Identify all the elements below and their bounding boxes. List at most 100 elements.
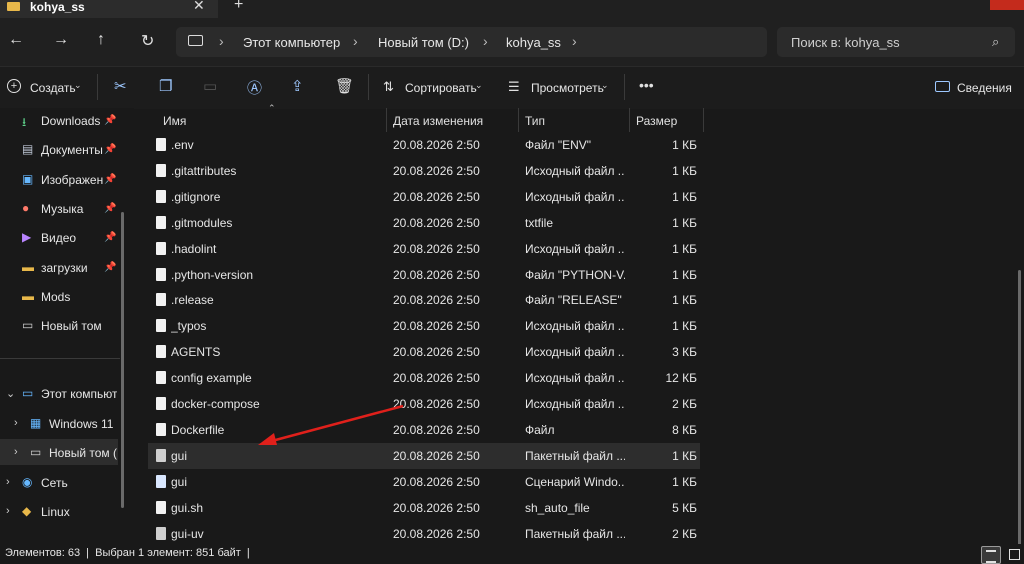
forward-arrow-icon[interactable]: →: [53, 31, 69, 49]
tree-item-3[interactable]: › ◉ Сеть: [0, 469, 120, 495]
rename-icon[interactable]: Ⓐ: [247, 77, 262, 98]
file-icon: [156, 371, 166, 385]
details-pane-icon: [935, 81, 950, 92]
column-divider[interactable]: [629, 108, 630, 132]
up-arrow-icon[interactable]: ↑: [97, 31, 105, 49]
file-type: Пакетный файл ...: [525, 526, 625, 541]
monitor-icon: [188, 35, 203, 46]
column-header-name[interactable]: Имя: [163, 114, 186, 128]
file-row[interactable]: _typos 20.08.2026 2:50 Исходный файл ... 1 …: [148, 313, 700, 339]
file-list-scrollbar[interactable]: [1018, 270, 1021, 550]
chevron-right-icon[interactable]: ›: [14, 417, 18, 429]
file-row[interactable]: .gitattributes 20.08.2026 2:50 Исходный фа…: [148, 158, 700, 184]
sidebar-item-label: Видео: [41, 231, 77, 246]
file-size: 1 КБ: [672, 293, 697, 308]
folder-icon: ▬: [22, 259, 34, 274]
details-button[interactable]: Сведения: [957, 81, 1012, 95]
breadcrumb-drive-d[interactable]: Новый том (D:): [378, 35, 469, 50]
chevron-right-icon[interactable]: ›: [14, 446, 18, 458]
sidebar-item-6[interactable]: ▬ Mods: [0, 285, 120, 311]
file-row[interactable]: gui.sh 20.08.2026 2:50 sh_auto_file 5 КБ: [148, 495, 700, 521]
sort-icon: ⇅: [383, 79, 394, 94]
file-date: 20.08.2026 2:50: [393, 500, 480, 515]
column-divider[interactable]: [386, 108, 387, 132]
file-row[interactable]: .hadolint 20.08.2026 2:50 Исходный файл ..…: [148, 236, 700, 262]
new-tab-button[interactable]: +: [234, 0, 243, 14]
thumbnails-view-icon: [1009, 549, 1020, 560]
breadcrumb-separator-icon[interactable]: ›: [572, 33, 577, 49]
view-button[interactable]: Просмотреть: [531, 81, 604, 95]
annotation-arrowhead: [258, 433, 277, 445]
file-row[interactable]: .release 20.08.2026 2:50 Файл "RELEASE" 1 К…: [148, 287, 700, 313]
paste-icon[interactable]: ▭: [203, 77, 217, 95]
copy-icon[interactable]: ❐: [159, 77, 172, 95]
sidebar-item-label: Downloads: [41, 114, 101, 128]
file-row[interactable]: gui 20.08.2026 2:50 Пакетный файл ... 1 КБ: [148, 442, 700, 469]
file-row[interactable]: config example 20.08.2026 2:50 Исходный фа…: [148, 365, 700, 391]
file-row[interactable]: Dockerfile 20.08.2026 2:50 Файл 8 КБ: [148, 417, 700, 443]
tree-item-1[interactable]: › ▦ Windows 11 (: [0, 410, 120, 436]
thumbnails-view-button[interactable]: [1005, 546, 1023, 562]
file-row[interactable]: .python-version 20.08.2026 2:50 Файл "PYTH…: [148, 262, 700, 288]
sidebar-item-7[interactable]: ▭ Новый том (D:: [0, 314, 120, 340]
chevron-right-icon[interactable]: ›: [6, 476, 10, 488]
file-row[interactable]: .env 20.08.2026 2:50 Файл "ENV" 1 КБ: [148, 132, 700, 158]
sidebar-item-5[interactable]: ▬ загрузки 📌: [0, 256, 120, 282]
file-date: 20.08.2026 2:50: [393, 189, 480, 204]
sidebar-divider: [0, 358, 120, 359]
breadcrumb-separator-icon[interactable]: ›: [353, 33, 358, 49]
window-close-button[interactable]: [990, 0, 1024, 10]
search-placeholder: Поиск в: kohya_ss: [791, 35, 900, 50]
more-options-icon[interactable]: •••: [639, 77, 654, 93]
breadcrumb-separator-icon[interactable]: ›: [483, 33, 488, 49]
sidebar-item-1[interactable]: ▤ Документы 📌: [0, 138, 120, 164]
file-row[interactable]: AGENTS 20.08.2026 2:50 Исходный файл ... 3 …: [148, 339, 700, 365]
details-view-button[interactable]: [981, 546, 1001, 564]
tree-item-0[interactable]: ⌄ ▭ Этот компьюте: [0, 380, 120, 406]
file-row[interactable]: .gitmodules 20.08.2026 2:50 txtfile 1 КБ: [148, 210, 700, 236]
file-name: .python-version: [171, 267, 254, 282]
file-row[interactable]: docker-compose 20.08.2026 2:50 Исходный фа…: [148, 391, 700, 417]
sidebar-item-4[interactable]: ▶ Видео 📌: [0, 226, 120, 252]
file-size: 12 КБ: [665, 371, 697, 386]
file-row[interactable]: gui 20.08.2026 2:50 Сценарий Windo... 1 КБ: [148, 469, 700, 495]
column-header-size[interactable]: Размер: [636, 114, 677, 128]
breadcrumb-this-pc[interactable]: Этот компьютер: [243, 35, 340, 50]
file-row[interactable]: gui-uv 20.08.2026 2:50 Пакетный файл ... 2 …: [148, 521, 700, 547]
file-type: Исходный файл ...: [525, 345, 625, 360]
file-row[interactable]: .gitignore 20.08.2026 2:50 Исходный файл .…: [148, 184, 700, 210]
file-icon: [156, 293, 166, 307]
file-size: 1 КБ: [672, 138, 697, 152]
chevron-right-icon[interactable]: ›: [6, 505, 10, 517]
tab-close-icon[interactable]: ✕: [193, 0, 205, 14]
tree-item-4[interactable]: › ◆ Linux: [0, 498, 120, 524]
sort-button[interactable]: Сортировать: [405, 81, 477, 95]
sidebar-item-2[interactable]: ▣ Изображен 📌: [0, 168, 120, 194]
breadcrumb-kohya-ss[interactable]: kohya_ss: [506, 35, 561, 50]
column-divider[interactable]: [518, 108, 519, 132]
windows-drive-icon: ▦: [30, 416, 42, 430]
back-arrow-icon[interactable]: ←: [8, 31, 24, 49]
sidebar-item-3[interactable]: ● Музыка 📌: [0, 197, 120, 223]
cut-icon[interactable]: ✂: [114, 77, 127, 95]
create-button[interactable]: Создать: [30, 81, 76, 95]
column-header-type[interactable]: Тип: [525, 114, 545, 128]
chevron-down-icon[interactable]: ⌄: [6, 387, 15, 400]
column-header-date[interactable]: Дата изменения: [393, 114, 483, 128]
file-date: 20.08.2026 2:50: [393, 319, 480, 334]
file-name: .release: [171, 293, 214, 308]
file-date: 20.08.2026 2:50: [393, 448, 480, 463]
file-icon: [156, 215, 166, 229]
file-name: config example: [171, 371, 252, 386]
pin-icon: 📌: [104, 202, 117, 214]
file-type: txtfile: [525, 215, 554, 230]
delete-icon[interactable]: 🗑: [335, 77, 354, 95]
refresh-icon[interactable]: ↻: [141, 31, 154, 51]
sidebar-scrollbar[interactable]: [121, 212, 124, 508]
sidebar-item-0[interactable]: ⭳ Downloads 📌: [0, 109, 120, 135]
file-type: Исходный файл ...: [525, 189, 625, 204]
column-divider[interactable]: [703, 108, 704, 132]
tree-item-2[interactable]: › ▭ Новый том (D: [0, 439, 118, 465]
file-icon: [156, 319, 166, 333]
share-icon[interactable]: ⇪: [291, 77, 304, 95]
